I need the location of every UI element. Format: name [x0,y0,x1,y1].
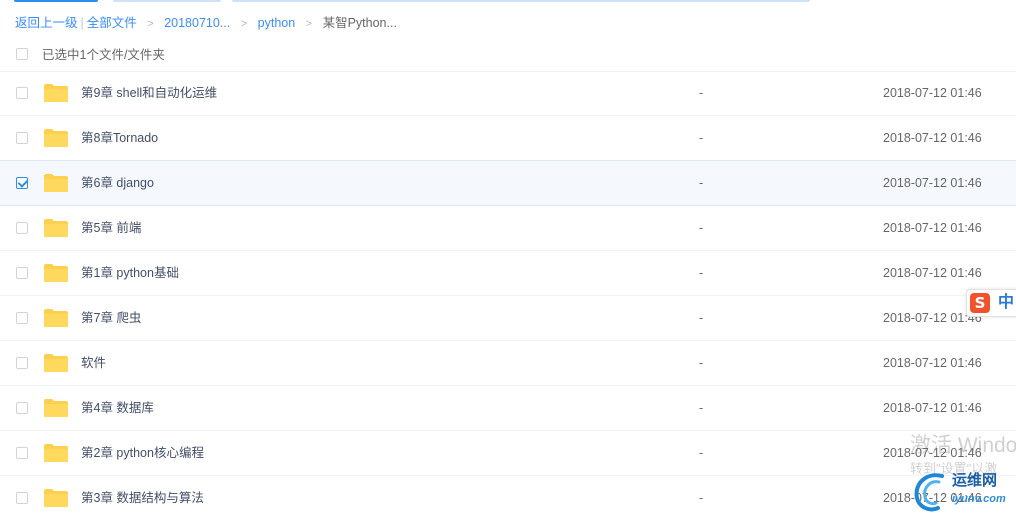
file-size: - [699,356,704,370]
breadcrumb-separator: > [305,18,313,30]
row-checkbox[interactable] [16,177,28,189]
file-row[interactable]: 第5章 前端 - 2018-07-12 01:46 [0,206,1016,251]
file-row[interactable]: 第1章 python基础 - 2018-07-12 01:46 [0,251,1016,296]
file-size: - [699,176,704,190]
active-tab-indicator[interactable] [14,0,98,2]
file-row[interactable]: 软件 - 2018-07-12 01:46 [0,341,1016,386]
file-modified-date: 2018-07-12 01:46 [883,356,982,370]
activate-windows-watermark-title: 激活 Windo [910,434,1016,457]
breadcrumb-item-python[interactable]: python [258,16,296,30]
row-checkbox[interactable] [16,492,28,504]
breadcrumb-item-date-folder[interactable]: 20180710... [164,16,230,30]
breadcrumb: 返回上一级 | 全部文件 > 20180710... > python > 某智Py… [15,14,397,32]
file-name[interactable]: 第5章 前端 [81,219,141,237]
file-name[interactable]: 第3章 数据结构与算法 [81,489,204,507]
file-size: - [699,311,704,325]
folder-icon[interactable] [43,83,69,103]
all-files-link[interactable]: 全部文件 [87,16,137,30]
file-modified-date: 2018-07-12 01:46 [883,86,982,100]
file-modified-date: 2018-07-12 01:46 [883,221,982,235]
tab-indicator[interactable] [113,0,221,2]
file-modified-date: 2018-07-12 01:46 [883,131,982,145]
folder-icon[interactable] [43,443,69,463]
file-row[interactable]: 第8章Tornado - 2018-07-12 01:46 [0,116,1016,161]
file-size: - [699,491,704,505]
row-checkbox[interactable] [16,312,28,324]
file-name[interactable]: 第9章 shell和自动化运维 [81,84,217,102]
file-size: - [699,221,704,235]
file-name[interactable]: 第2章 python核心编程 [81,444,204,462]
site-name: 运维网 [952,472,998,489]
file-manager-page: 返回上一级 | 全部文件 > 20180710... > python > 某智Py… [0,0,1016,515]
folder-icon[interactable] [43,263,69,283]
ime-language-indicator[interactable]: 中 [998,293,1014,313]
file-row[interactable]: 第3章 数据结构与算法 -2018-07-12 01:46 [0,476,1016,515]
file-modified-date: 2018-07-12 01:46 [883,401,982,415]
select-all-checkbox[interactable] [16,48,28,60]
file-name[interactable]: 第8章Tornado [81,129,158,147]
file-modified-date: 2018-07-12 01:46 [883,266,982,280]
breadcrumb-current: 某智Python... [322,16,397,30]
file-row[interactable]: 第2章 python核心编程 -2018-07-12 01:46 [0,431,1016,476]
breadcrumb-separator: > [147,18,154,30]
file-row[interactable]: 第4章 数据库 - 2018-07-12 01:46 [0,386,1016,431]
row-checkbox[interactable] [16,267,28,279]
folder-icon[interactable] [43,218,69,238]
selection-count-text: 已选中1个文件/文件夹 [42,48,165,62]
ime-toolbar[interactable]: S 中 [966,289,1016,317]
file-size: - [699,401,704,415]
file-name[interactable]: 第4章 数据库 [81,399,154,417]
folder-icon[interactable] [43,398,69,418]
site-domain: iyunv.com [952,493,1006,505]
file-size: - [699,131,704,145]
folder-icon[interactable] [43,128,69,148]
folder-icon[interactable] [43,173,69,193]
site-watermark-logo: 运维网 iyunv.com [912,468,1016,515]
row-checkbox[interactable] [16,132,28,144]
back-link[interactable]: 返回上一级 [15,16,78,30]
folder-icon[interactable] [43,488,69,508]
folder-icon[interactable] [43,308,69,328]
file-name[interactable]: 第7章 爬虫 [81,309,141,327]
swirl-logo-icon [914,473,944,512]
file-row[interactable]: 第7章 爬虫 -2018-07-12 01:46 [0,296,1016,341]
row-checkbox[interactable] [16,447,28,459]
file-row[interactable]: 第6章 django - 2018-07-12 01:46 [0,160,1016,206]
breadcrumb-pipe: | [80,16,84,30]
selection-bar: 已选中1个文件/文件夹 [0,45,1016,72]
file-size: - [699,86,704,100]
breadcrumb-separator: > [240,18,248,30]
file-row[interactable]: 第9章 shell和自动化运维 - 2018-07-12 01:46 [0,71,1016,116]
row-checkbox[interactable] [16,357,28,369]
top-tab-strip [0,0,1016,4]
row-checkbox[interactable] [16,87,28,99]
file-modified-date: 2018-07-12 01:46 [883,176,982,190]
file-name[interactable]: 第1章 python基础 [81,264,179,282]
file-name[interactable]: 第6章 django [81,174,154,192]
folder-icon[interactable] [43,353,69,373]
ime-logo-icon: S [970,293,990,313]
file-name[interactable]: 软件 [81,354,106,372]
file-list: 第9章 shell和自动化运维 -2018-07-12 01:46 第8章Torna… [0,71,1016,515]
tab-indicator[interactable] [232,0,810,2]
file-size: - [699,266,704,280]
row-checkbox[interactable] [16,222,28,234]
file-size: - [699,446,704,460]
row-checkbox[interactable] [16,402,28,414]
